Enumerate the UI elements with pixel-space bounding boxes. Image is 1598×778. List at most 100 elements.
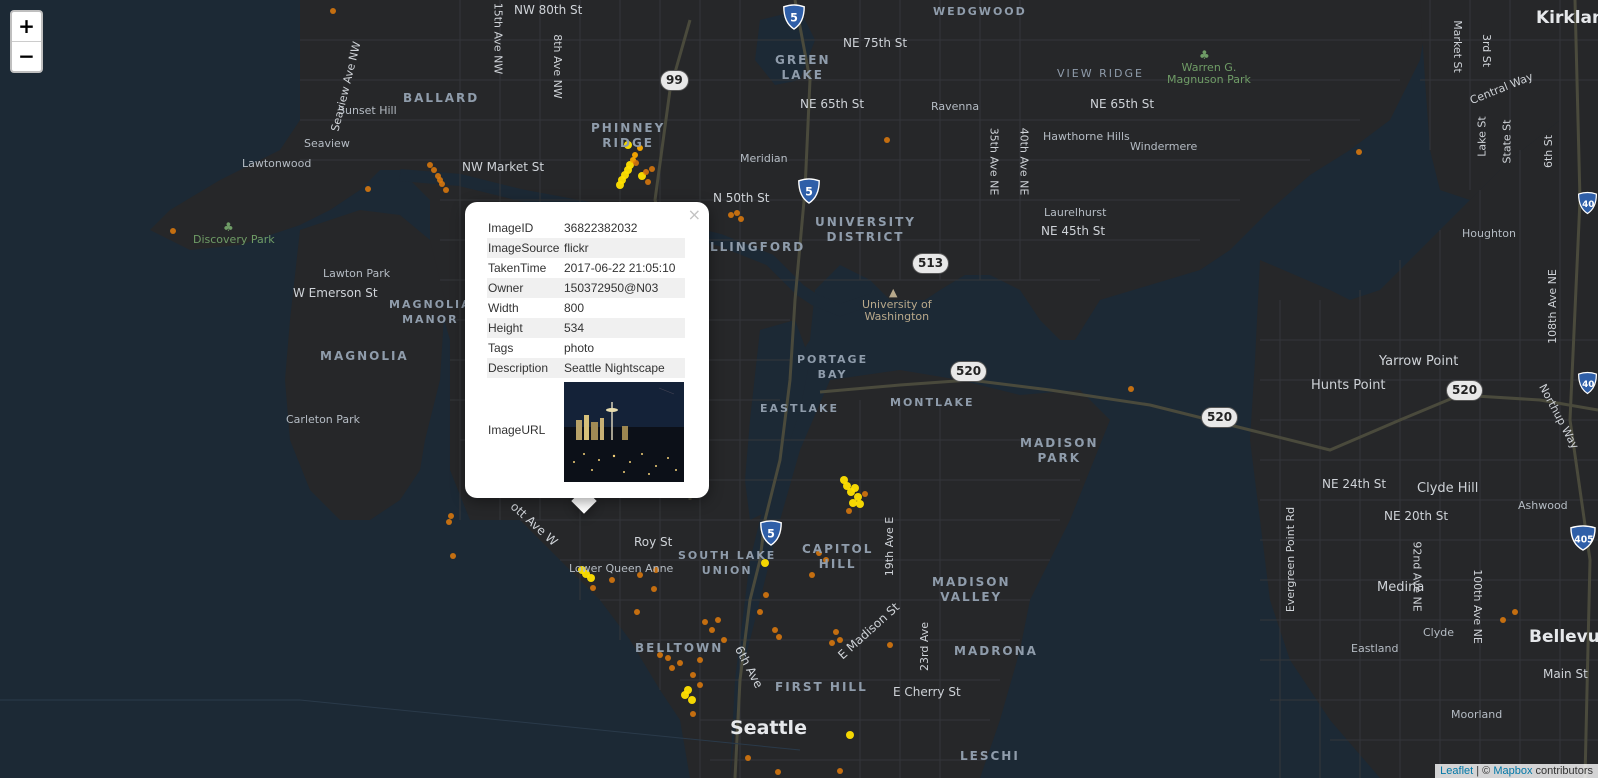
photo-point-marker[interactable] bbox=[1128, 386, 1134, 392]
popup-row-key: ImageSource bbox=[487, 238, 563, 258]
photo-point-marker[interactable] bbox=[1356, 149, 1362, 155]
map-canvas[interactable]: NW 80th St WEDGWOOD NE 75th St Kirkland … bbox=[0, 0, 1598, 778]
photo-point-marker[interactable] bbox=[884, 137, 890, 143]
photo-point-marker[interactable] bbox=[431, 167, 437, 173]
photo-point-marker[interactable] bbox=[809, 572, 815, 578]
photo-point-marker[interactable] bbox=[775, 769, 781, 775]
photo-point-marker[interactable] bbox=[702, 619, 708, 625]
popup-row-key: Width bbox=[488, 301, 519, 315]
svg-text:5: 5 bbox=[805, 186, 813, 199]
photo-point-marker[interactable] bbox=[728, 212, 734, 218]
seattle-nightscape-thumbnail[interactable] bbox=[564, 382, 684, 482]
photo-point-marker[interactable] bbox=[690, 711, 696, 717]
photo-point-marker[interactable] bbox=[634, 609, 640, 615]
label-3rd-st: 3rd St bbox=[1480, 33, 1494, 68]
label-windermere: Windermere bbox=[1130, 140, 1198, 153]
photo-point-marker[interactable] bbox=[738, 216, 744, 222]
photo-point-marker[interactable] bbox=[715, 617, 721, 623]
photo-point-marker[interactable] bbox=[450, 553, 456, 559]
photo-point-marker[interactable] bbox=[330, 8, 336, 14]
zoom-out-button[interactable]: − bbox=[12, 42, 41, 71]
photo-point-marker[interactable] bbox=[677, 660, 683, 666]
label-main-st: Main St bbox=[1543, 667, 1588, 681]
label-university-district: UNIVERSITY DISTRICT bbox=[815, 215, 916, 244]
photo-point-marker[interactable] bbox=[632, 152, 638, 158]
photo-point-marker[interactable] bbox=[365, 186, 371, 192]
photo-point-marker[interactable] bbox=[772, 627, 778, 633]
leaflet-link[interactable]: Leaflet bbox=[1440, 765, 1473, 777]
mapbox-link[interactable]: Mapbox bbox=[1493, 765, 1532, 777]
popup-row-key: ImageID bbox=[488, 221, 534, 235]
label-laurelhurst: Laurelhurst bbox=[1044, 206, 1107, 219]
label-eastland: Eastland bbox=[1351, 642, 1399, 655]
photo-point-marker[interactable] bbox=[837, 768, 843, 774]
photo-point-marker[interactable] bbox=[757, 609, 763, 615]
photo-point-marker[interactable] bbox=[681, 691, 689, 699]
popup-close-button[interactable]: × bbox=[688, 205, 701, 224]
photo-point-marker[interactable] bbox=[833, 629, 839, 635]
label-moorland: Moorland bbox=[1451, 708, 1503, 721]
photo-point-marker[interactable] bbox=[443, 187, 449, 193]
popup-row-value: 800 bbox=[564, 301, 585, 315]
photo-point-marker[interactable] bbox=[446, 519, 452, 525]
photo-point-marker[interactable] bbox=[649, 166, 655, 172]
label-nw-80th-st: NW 80th St bbox=[514, 3, 583, 17]
label-portage-bay: PORTAGE BAY bbox=[797, 353, 869, 381]
photo-point-marker[interactable] bbox=[1512, 609, 1518, 615]
photo-point-marker[interactable] bbox=[763, 592, 769, 598]
photo-point-marker[interactable] bbox=[170, 228, 176, 234]
photo-point-marker[interactable] bbox=[709, 627, 715, 633]
popup-row-key: Owner bbox=[487, 278, 563, 298]
photo-point-marker[interactable] bbox=[887, 642, 893, 648]
photo-point-marker[interactable] bbox=[645, 179, 651, 185]
photo-point-marker[interactable] bbox=[688, 696, 696, 704]
svg-text:40: 40 bbox=[1582, 200, 1594, 210]
label-roy-st: Roy St bbox=[634, 535, 673, 549]
photo-point-marker[interactable] bbox=[1500, 617, 1506, 623]
photo-point-marker[interactable] bbox=[669, 665, 675, 671]
photo-point-marker[interactable] bbox=[651, 586, 657, 592]
interstate-shield-i5-south: 5 bbox=[760, 520, 782, 546]
photo-point-marker[interactable] bbox=[837, 637, 843, 643]
label-lawtonwood: Lawtonwood bbox=[242, 157, 312, 170]
park-tree-icon: ♣ bbox=[1199, 48, 1210, 62]
photo-point-marker[interactable] bbox=[690, 672, 696, 678]
label-wallingford: LLINGFORD bbox=[710, 240, 806, 254]
photo-point-marker[interactable] bbox=[862, 491, 868, 497]
photo-point-marker[interactable] bbox=[633, 160, 639, 166]
photo-point-marker[interactable] bbox=[734, 210, 740, 216]
photo-point-marker[interactable] bbox=[587, 574, 595, 582]
label-discovery-park: Discovery Park bbox=[193, 233, 275, 246]
popup-row-value: 36822382032 bbox=[564, 221, 638, 235]
photo-point-marker[interactable] bbox=[829, 640, 835, 646]
label-ne-20th-st: NE 20th St bbox=[1384, 509, 1449, 523]
photo-point-marker[interactable] bbox=[448, 513, 454, 519]
photo-point-marker[interactable] bbox=[697, 657, 703, 663]
popup-row: Width 800 bbox=[487, 298, 685, 318]
photo-point-marker[interactable] bbox=[439, 181, 445, 187]
photo-point-marker[interactable] bbox=[851, 484, 859, 492]
photo-point-marker[interactable] bbox=[590, 585, 596, 591]
label-w-emerson-st: W Emerson St bbox=[293, 286, 378, 300]
photo-point-marker[interactable] bbox=[846, 731, 854, 739]
photo-point-marker[interactable] bbox=[427, 162, 433, 168]
label-magnuson-park: Warren G. Magnuson Park bbox=[1167, 61, 1251, 86]
label-houghton: Houghton bbox=[1462, 227, 1516, 240]
image-url-key: ImageURL bbox=[488, 423, 546, 437]
photo-point-marker[interactable] bbox=[697, 682, 703, 688]
photo-point-marker[interactable] bbox=[846, 508, 852, 514]
photo-point-marker[interactable] bbox=[609, 577, 615, 583]
photo-point-marker[interactable] bbox=[745, 755, 751, 761]
label-hawthorne-hills: Hawthorne Hills bbox=[1043, 130, 1130, 143]
label-8th-ave-nw: 8th Ave NW bbox=[550, 34, 564, 99]
interstate-shield-i405-north: 40 bbox=[1578, 191, 1597, 215]
photo-point-marker[interactable] bbox=[776, 634, 782, 640]
photo-point-marker[interactable] bbox=[856, 500, 864, 508]
photo-point-marker[interactable] bbox=[849, 499, 857, 507]
zoom-in-button[interactable]: + bbox=[12, 12, 41, 42]
photo-point-marker[interactable] bbox=[840, 476, 848, 484]
label-madison-park: MADISON PARK bbox=[1020, 436, 1099, 465]
label-clyde: Clyde bbox=[1423, 626, 1454, 639]
label-green-lake: GREEN LAKE bbox=[775, 53, 831, 82]
photo-point-marker[interactable] bbox=[643, 169, 649, 175]
